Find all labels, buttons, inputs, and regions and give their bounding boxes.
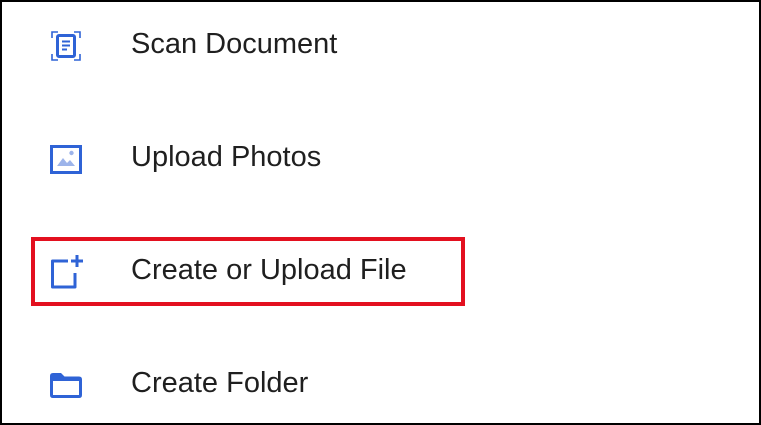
highlight-box: [31, 237, 465, 306]
menu-item-scan-document[interactable]: Scan Document: [0, 14, 761, 74]
upload-photos-icon: [48, 141, 84, 177]
create-menu: Scan Document Upload Photos Create or Up…: [0, 0, 761, 425]
folder-icon: [48, 367, 84, 403]
menu-item-upload-photos[interactable]: Upload Photos: [0, 127, 761, 187]
menu-item-label: Create Folder: [131, 367, 309, 399]
menu-item-create-folder[interactable]: Create Folder: [0, 353, 761, 413]
menu-item-label: Scan Document: [131, 28, 338, 60]
scan-document-icon: [48, 28, 84, 64]
menu-item-label: Upload Photos: [131, 141, 322, 173]
